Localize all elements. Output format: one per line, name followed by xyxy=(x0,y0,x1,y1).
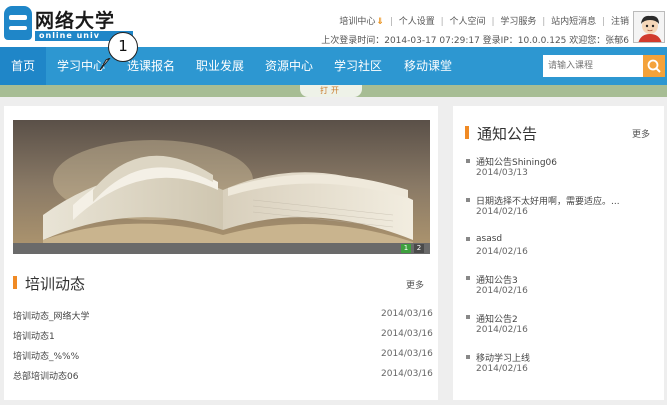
notice-item-title[interactable]: 移动学习上线 xyxy=(476,351,530,364)
bullet-icon xyxy=(466,237,470,241)
training-row-title[interactable]: 培训动态1 xyxy=(13,329,55,342)
notice-item-date: 2014/02/16 xyxy=(476,325,528,335)
avatar[interactable] xyxy=(633,11,665,43)
main-content-panel: 1 2 培训动态 更多 培训动态_网络大学 2014/03/16 培训动态1 2… xyxy=(4,106,438,400)
notice-item-date: 2014/02/16 xyxy=(476,286,528,296)
link-learning-service[interactable]: 学习服务 xyxy=(500,14,536,27)
callout-number: 1 xyxy=(108,32,138,62)
bullet-icon xyxy=(466,159,470,163)
banner-slideshow[interactable] xyxy=(13,120,430,254)
notice-item-title[interactable]: asasd xyxy=(476,234,502,244)
nav-home[interactable]: 首页 xyxy=(0,47,46,85)
link-logout[interactable]: 注销 xyxy=(611,14,629,27)
divider: | xyxy=(491,17,495,27)
link-personal-space[interactable]: 个人空间 xyxy=(450,14,486,27)
notice-panel: 通知公告 更多 通知公告Shining06 2014/03/13 日期选择不太好… xyxy=(453,106,664,400)
divider: | xyxy=(389,17,393,27)
training-row-date: 2014/03/16 xyxy=(381,329,433,339)
logo-title: 网络大学 xyxy=(35,10,116,32)
training-row-date: 2014/03/16 xyxy=(381,349,433,359)
divider: | xyxy=(602,17,606,27)
search-icon xyxy=(647,59,661,73)
bullet-icon xyxy=(466,315,470,319)
training-row-title[interactable]: 总部培训动态06 xyxy=(13,369,78,382)
training-more-link[interactable]: 更多 xyxy=(406,278,424,291)
notice-item-date: 2014/02/16 xyxy=(476,364,528,374)
training-row-title[interactable]: 培训动态_网络大学 xyxy=(13,309,90,322)
training-row-date: 2014/03/16 xyxy=(381,369,433,379)
chevron-down-icon[interactable]: ⇓ xyxy=(376,17,384,27)
logo-e-icon xyxy=(4,6,32,40)
notice-more-link[interactable]: 更多 xyxy=(632,127,650,140)
training-row-title[interactable]: 培训动态_%%% xyxy=(13,349,79,362)
top-header: 网络大学 online univ 培训中心⇓ | 个人设置 | 个人空间 | 学… xyxy=(0,0,667,47)
notice-item-date: 2014/02/16 xyxy=(476,247,528,257)
slide-indicator-2[interactable]: 2 xyxy=(414,244,424,253)
notice-item-title[interactable]: 通知公告2 xyxy=(476,312,518,325)
notice-title: 通知公告 xyxy=(477,125,538,143)
section-marker xyxy=(465,126,469,139)
search-input[interactable] xyxy=(543,55,643,77)
bullet-icon xyxy=(466,355,470,359)
nav-career-development[interactable]: 职业发展 xyxy=(191,47,249,85)
slide-indicator-1[interactable]: 1 xyxy=(401,244,411,253)
bullet-icon xyxy=(466,198,470,202)
link-training-center[interactable]: 培训中心 xyxy=(339,14,375,27)
banner-pager-bar xyxy=(13,243,430,254)
nav-resource-center[interactable]: 资源中心 xyxy=(260,47,318,85)
login-info: 上次登录时间：2014-03-17 07:29:17 登录IP：10.0.0.1… xyxy=(321,36,629,46)
bullet-icon xyxy=(466,276,470,280)
divider: | xyxy=(542,17,546,27)
notice-item-title[interactable]: 日期选择不太好用啊，需要适应。... xyxy=(476,194,620,207)
top-links: 培训中心⇓ | 个人设置 | 个人空间 | 学习服务 | 站内短消息 | 注销 xyxy=(339,14,629,27)
nav-mobile-class[interactable]: 移动课堂 xyxy=(399,47,457,85)
open-book-image xyxy=(13,120,430,254)
open-toggle[interactable]: 打开 xyxy=(300,85,362,97)
divider: | xyxy=(440,17,444,27)
training-title: 培训动态 xyxy=(25,275,86,293)
notice-item-title[interactable]: 通知公告3 xyxy=(476,273,518,286)
notice-item-date: 2014/02/16 xyxy=(476,207,528,217)
link-personal-settings[interactable]: 个人设置 xyxy=(399,14,435,27)
callout-tail-icon xyxy=(100,58,111,70)
section-marker xyxy=(13,276,17,289)
search-button[interactable] xyxy=(643,55,665,77)
link-messages[interactable]: 站内短消息 xyxy=(551,14,596,27)
nav-learning-community[interactable]: 学习社区 xyxy=(329,47,387,85)
notice-item-title[interactable]: 通知公告Shining06 xyxy=(476,155,557,168)
avatar-cartoon-icon xyxy=(634,12,664,42)
notice-item-date: 2014/03/13 xyxy=(476,168,528,178)
training-row-date: 2014/03/16 xyxy=(381,309,433,319)
